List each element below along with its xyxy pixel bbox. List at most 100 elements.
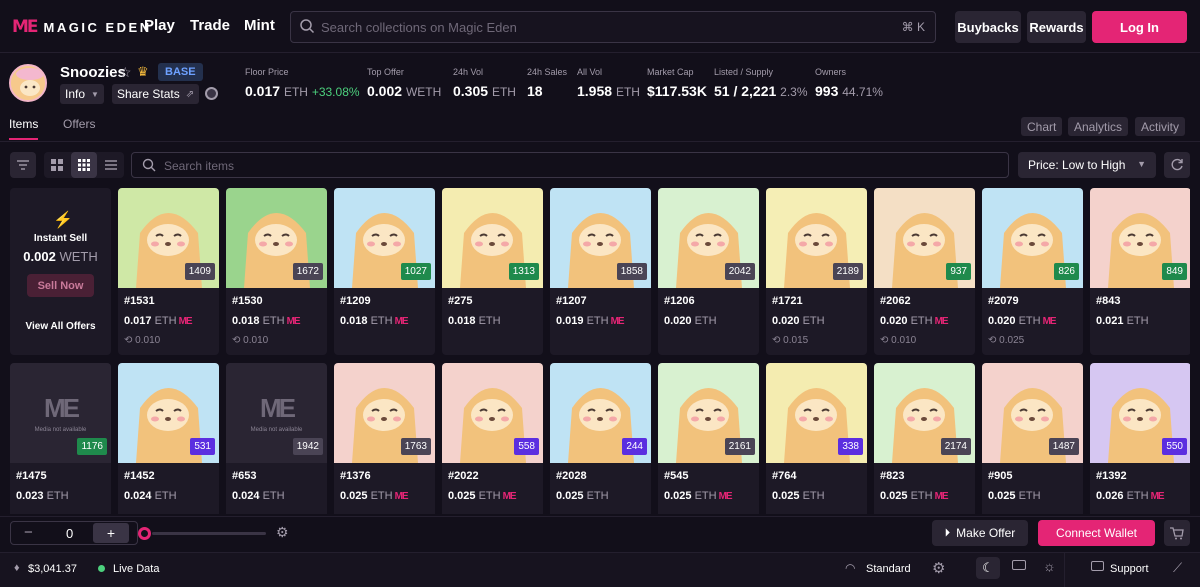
price-value: 0.020	[880, 315, 908, 327]
price-value: 0.020	[772, 315, 800, 327]
list-view-button[interactable]	[98, 152, 124, 178]
stat-unit: WETH	[405, 85, 442, 99]
stat-value: 0.002	[367, 83, 403, 99]
top-navigation: ME MAGIC EDEN Play Trade Mint Search col…	[0, 0, 1200, 53]
stat-3: 24h Sales 18	[527, 67, 567, 99]
nft-card[interactable]: 2161 #545 0.025 ETH ME	[658, 363, 759, 514]
filter-button[interactable]	[10, 152, 36, 178]
token-price: 0.025 ETH	[556, 490, 609, 502]
nft-card[interactable]: 2189 #1721 0.020 ETH ⟲ 0.015	[766, 188, 867, 355]
nft-card[interactable]: 1672 #1530 0.018 ETH ME ⟲ 0.010	[226, 188, 327, 355]
rarity-rank-badge: 849	[1162, 263, 1187, 280]
sell-now-button[interactable]: Sell Now	[27, 274, 94, 297]
magic-eden-listing-icon: ME	[394, 491, 409, 502]
quantity-slider-track[interactable]	[152, 532, 266, 535]
make-offer-button[interactable]: ⏵ Make Offer	[932, 520, 1028, 546]
grid-large-view-button[interactable]	[44, 152, 70, 178]
nft-card[interactable]: 558 #2022 0.025 ETH ME	[442, 363, 543, 514]
filter-icon	[17, 160, 29, 170]
nft-card[interactable]: 937 #2062 0.020 ETH ME ⟲ 0.010	[874, 188, 975, 355]
nav-trade[interactable]: Trade	[190, 17, 230, 34]
tab-offers[interactable]: Offers	[63, 117, 95, 131]
nft-card[interactable]: 244 #2028 0.025 ETH	[550, 363, 651, 514]
tab-activity[interactable]: Activity	[1135, 117, 1186, 136]
tab-items[interactable]: Items	[9, 117, 38, 131]
settings-gear-icon[interactable]: ⚙	[276, 524, 289, 541]
quantity-stepper[interactable]: − 0 +	[10, 521, 138, 545]
nft-card[interactable]: 1027 #1209 0.018 ETH ME	[334, 188, 435, 355]
nft-card[interactable]: 826 #2079 0.020 ETH ME ⟲ 0.025	[982, 188, 1083, 355]
nft-card[interactable]: 1487 #905 0.025 ETH	[982, 363, 1083, 514]
collection-name: Snoozies	[60, 64, 126, 81]
settings-gear-icon[interactable]: ⚙	[932, 559, 945, 577]
chain-badge: BASE	[158, 63, 203, 81]
price-unit: ETH	[586, 315, 609, 327]
nft-card[interactable]: 550 #1392 0.026 ETH ME	[1090, 363, 1190, 514]
nft-card[interactable]: 1313 #275 0.018 ETH	[442, 188, 543, 355]
increment-button[interactable]: +	[93, 523, 129, 543]
nft-card[interactable]: ME Media not available 1176 #1475 0.023 ETH	[10, 363, 111, 514]
nav-play[interactable]: Play	[144, 17, 175, 34]
tab-analytics[interactable]: Analytics	[1068, 117, 1129, 136]
refresh-button[interactable]	[1164, 152, 1190, 178]
last-sale: ⟲ 0.015	[772, 335, 808, 346]
nft-card[interactable]: 2174 #823 0.025 ETH ME	[874, 363, 975, 514]
nft-card[interactable]: ME Media not available 1942 #653 0.024 ETH	[226, 363, 327, 514]
view-all-offers-link[interactable]: View All Offers	[10, 321, 111, 332]
price-value: 0.025	[772, 490, 800, 502]
magic-eden-listing-icon: ME	[1150, 491, 1165, 502]
nft-card[interactable]: 1409 #1531 0.017 ETH ME ⟲ 0.010	[118, 188, 219, 355]
brand-logo[interactable]: ME MAGIC EDEN	[12, 17, 152, 37]
nft-card[interactable]: 2042 #1206 0.020 ETH	[658, 188, 759, 355]
dark-mode-moon-icon[interactable]: ☾	[976, 557, 1000, 579]
token-price: 0.020 ETH ME	[880, 315, 949, 327]
support-link[interactable]: Support	[1110, 563, 1149, 575]
collapse-icon[interactable]: ⟋	[1173, 560, 1182, 576]
token-price: 0.024 ETH	[232, 490, 285, 502]
magic-eden-listing-icon: ME	[610, 316, 625, 327]
instant-sell-unit: WETH	[59, 249, 98, 264]
connect-wallet-button[interactable]: Connect Wallet	[1038, 520, 1155, 546]
search-icon	[142, 158, 156, 172]
share-stats-button[interactable]: Share Stats ⇗	[112, 84, 200, 104]
info-dropdown[interactable]: Info ▼	[60, 84, 104, 104]
price-unit: ETH	[802, 490, 825, 502]
collection-search[interactable]: Search collections on Magic Eden ⌘ K	[290, 11, 936, 43]
rewards-button[interactable]: Rewards	[1027, 11, 1086, 43]
quantity-slider-handle[interactable]	[138, 527, 151, 540]
price-unit: ETH	[694, 490, 717, 502]
nft-card[interactable]: 1763 #1376 0.025 ETH ME	[334, 363, 435, 514]
collection-avatar	[9, 64, 47, 102]
tab-chart[interactable]: Chart	[1021, 117, 1063, 136]
favorite-star-icon[interactable]: ☆	[119, 64, 132, 81]
lightning-icon: ⚡	[53, 212, 73, 229]
nft-card[interactable]: 849 #843 0.021 ETH	[1090, 188, 1190, 355]
grid-small-view-button[interactable]	[71, 152, 97, 178]
token-price: 0.019 ETH ME	[556, 315, 625, 327]
decrement-button[interactable]: −	[24, 524, 33, 541]
info-label: Info	[65, 87, 86, 101]
last-sale: ⟲ 0.010	[880, 335, 916, 346]
priority-standard[interactable]: Standard	[866, 563, 911, 575]
live-data-label: Live Data	[113, 563, 160, 575]
nft-card[interactable]: 1858 #1207 0.019 ETH ME	[550, 188, 651, 355]
login-button[interactable]: Log In	[1092, 11, 1187, 43]
monitor-icon[interactable]	[1012, 560, 1026, 570]
nav-mint[interactable]: Mint	[244, 17, 275, 34]
sort-select[interactable]: Price: Low to High ▼	[1018, 152, 1156, 178]
stat-unit: ETH	[615, 85, 640, 99]
nft-card[interactable]: 531 #1452 0.024 ETH	[118, 363, 219, 514]
rarity-rank-badge: 826	[1054, 263, 1079, 280]
cart-button[interactable]	[1164, 520, 1190, 546]
price-unit: ETH	[478, 490, 501, 502]
search-shortcut: ⌘ K	[901, 20, 925, 34]
items-search-input[interactable]: Search items	[131, 152, 1009, 178]
last-sale-icon: ⟲	[124, 335, 133, 346]
sun-icon[interactable]: ☼	[1043, 558, 1056, 574]
nft-card[interactable]: 338 #764 0.025 ETH	[766, 363, 867, 514]
website-globe-icon[interactable]	[205, 87, 218, 100]
rarity-rank-badge: 338	[838, 438, 863, 455]
buybacks-button[interactable]: Buybacks	[955, 11, 1021, 43]
rarity-rank-badge: 937	[946, 263, 971, 280]
price-unit: ETH	[46, 490, 69, 502]
